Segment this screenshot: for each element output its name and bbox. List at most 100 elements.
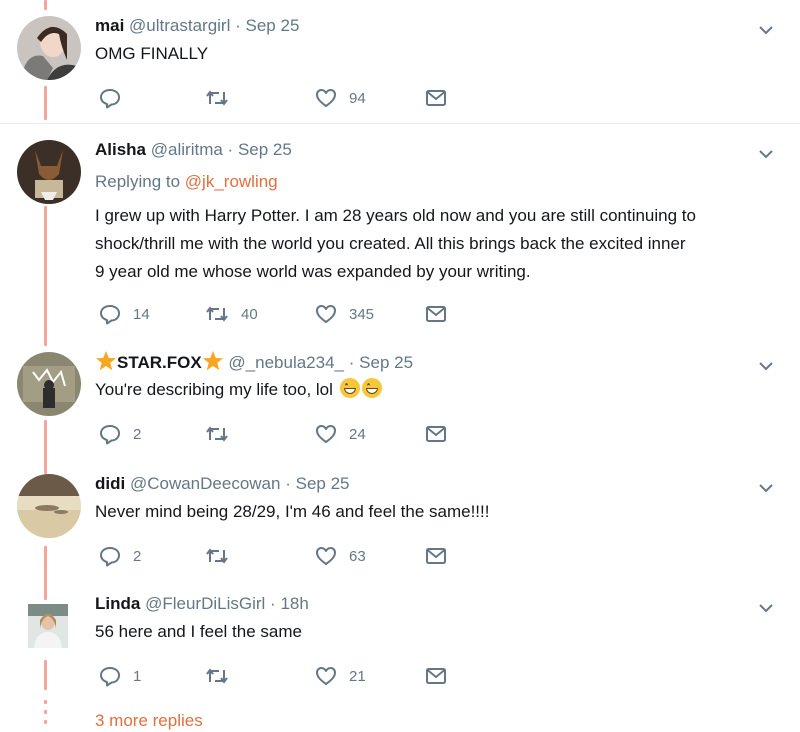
- timestamp[interactable]: Sep 25: [246, 16, 300, 35]
- reply-count: 2: [133, 425, 142, 443]
- replying-to-label: Replying to: [95, 172, 181, 191]
- reply-count: 2: [133, 547, 142, 565]
- like-count: 63: [349, 547, 366, 565]
- grinning-emoji-icon: [361, 378, 382, 398]
- retweet-button[interactable]: [205, 86, 241, 110]
- dm-icon: [426, 90, 446, 106]
- display-name[interactable]: Linda: [95, 594, 140, 613]
- thread-line-dots: [44, 720, 47, 724]
- user-handle[interactable]: @aliritma: [151, 140, 223, 159]
- tweet-header: Alisha @aliritma · Sep 25: [95, 140, 292, 160]
- replying-to: Replying to @jk_rowling: [95, 172, 278, 192]
- tweet-header: didi @CowanDeecowan · Sep 25: [95, 474, 350, 494]
- tweet-text-line: OMG FINALLY: [95, 44, 209, 63]
- user-handle[interactable]: @ultrastargirl: [129, 16, 230, 35]
- display-name[interactable]: didi: [95, 474, 125, 493]
- tweet[interactable]: Linda @FleurDiLisGirl · 18h 56 here and …: [0, 590, 800, 700]
- tweet-text: I grew up with Harry Potter. I am 28 yea…: [95, 202, 696, 286]
- display-name[interactable]: mai: [95, 16, 124, 35]
- like-button[interactable]: 24: [315, 422, 366, 446]
- dm-button[interactable]: [425, 302, 447, 326]
- chevron-down-icon[interactable]: [758, 146, 774, 162]
- retweet-button[interactable]: [205, 422, 241, 446]
- retweet-icon: [206, 548, 228, 564]
- reply-button[interactable]: 2: [99, 422, 141, 446]
- retweet-icon: [206, 90, 228, 106]
- tweet[interactable]: mai @ultrastargirl · Sep 25 OMG FINALLY …: [0, 0, 800, 122]
- tweet-text: You're describing my life too, lol: [95, 376, 382, 404]
- user-handle[interactable]: @FleurDiLisGirl: [145, 594, 265, 613]
- grinning-emoji-icon: [339, 378, 360, 398]
- tweet[interactable]: STAR.FOX @_nebula234_ · Sep 25 You're de…: [0, 348, 800, 458]
- tweet-actions: 2 63: [95, 544, 495, 568]
- reply-icon: [100, 425, 120, 445]
- timestamp[interactable]: Sep 25: [296, 474, 350, 493]
- tweet-text-line: You're describing my life too, lol: [95, 380, 333, 399]
- tweet[interactable]: Alisha @aliritma · Sep 25 Replying to @j…: [0, 124, 800, 342]
- avatar[interactable]: [17, 352, 81, 416]
- reply-count: 1: [133, 667, 142, 685]
- separator-dot: ·: [285, 474, 291, 493]
- retweet-button[interactable]: [205, 664, 241, 688]
- retweet-button[interactable]: [205, 544, 241, 568]
- like-count: 94: [349, 89, 366, 107]
- timestamp[interactable]: Sep 25: [359, 353, 413, 372]
- tweet-header: STAR.FOX @_nebula234_ · Sep 25: [95, 350, 413, 373]
- separator-dot: ·: [348, 353, 355, 372]
- avatar[interactable]: [17, 474, 81, 538]
- tweet-actions: 14 40 345: [95, 302, 495, 326]
- like-button[interactable]: 345: [315, 302, 374, 326]
- avatar[interactable]: [17, 16, 81, 80]
- chevron-down-icon[interactable]: [758, 22, 774, 38]
- heart-icon: [316, 667, 336, 685]
- tweet-text-line: 56 here and I feel the same: [95, 622, 302, 641]
- reply-icon: [100, 305, 120, 325]
- avatar[interactable]: [28, 604, 68, 648]
- reply-button[interactable]: 14: [99, 302, 150, 326]
- dm-button[interactable]: [425, 544, 447, 568]
- dm-button[interactable]: [425, 86, 447, 110]
- like-count: 21: [349, 667, 366, 685]
- chevron-down-icon[interactable]: [758, 358, 774, 374]
- user-handle[interactable]: @CowanDeecowan: [130, 474, 281, 493]
- chevron-down-icon[interactable]: [758, 600, 774, 616]
- dm-icon: [426, 548, 446, 564]
- like-count: 345: [349, 305, 375, 323]
- reply-button[interactable]: 1: [99, 664, 141, 688]
- tweet-actions: 94: [95, 86, 495, 110]
- like-button[interactable]: 94: [315, 86, 366, 110]
- dm-icon: [426, 306, 446, 322]
- dm-button[interactable]: [425, 422, 447, 446]
- like-button[interactable]: 63: [315, 544, 366, 568]
- reply-button[interactable]: 2: [99, 544, 141, 568]
- reply-button[interactable]: [99, 86, 133, 110]
- retweet-icon: [206, 426, 228, 442]
- more-replies-link[interactable]: 3 more replies: [95, 711, 203, 731]
- tweet-header: mai @ultrastargirl · Sep 25: [95, 16, 299, 36]
- dm-icon: [426, 668, 446, 684]
- heart-icon: [316, 425, 336, 443]
- retweet-icon: [206, 668, 228, 684]
- display-name[interactable]: STAR.FOX: [117, 353, 202, 372]
- dm-button[interactable]: [425, 664, 447, 688]
- tweet-header: Linda @FleurDiLisGirl · 18h: [95, 594, 309, 614]
- avatar[interactable]: [17, 140, 81, 204]
- display-name[interactable]: Alisha: [95, 140, 146, 159]
- tweet-text: Never mind being 28/29, I'm 46 and feel …: [95, 498, 489, 526]
- chevron-down-icon[interactable]: [758, 480, 774, 496]
- like-button[interactable]: 21: [315, 664, 366, 688]
- reply-icon: [100, 667, 120, 687]
- timestamp[interactable]: Sep 25: [238, 140, 292, 159]
- heart-icon: [316, 305, 336, 323]
- tweet[interactable]: didi @CowanDeecowan · Sep 25 Never mind …: [0, 470, 800, 580]
- retweet-button[interactable]: 40: [205, 302, 258, 326]
- timestamp[interactable]: 18h: [280, 594, 308, 613]
- replying-to-mention[interactable]: @jk_rowling: [185, 172, 278, 191]
- tweet-text-line: I grew up with Harry Potter. I am 28 yea…: [95, 206, 696, 225]
- retweet-icon: [206, 306, 228, 322]
- retweet-count: 40: [241, 305, 258, 323]
- tweet-text-line: 9 year old me whose world was expanded b…: [95, 262, 531, 281]
- separator-dot: ·: [227, 140, 234, 159]
- user-handle[interactable]: @_nebula234_: [228, 353, 344, 372]
- tweet-text: OMG FINALLY: [95, 40, 208, 68]
